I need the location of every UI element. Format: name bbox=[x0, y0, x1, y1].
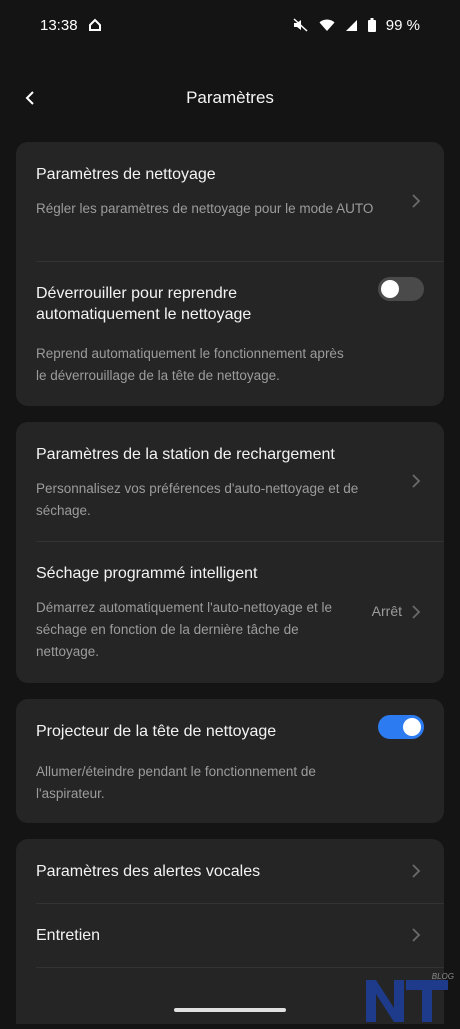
row-title: Paramètres de la station de rechargement bbox=[36, 446, 335, 463]
cleaning-settings-card: Paramètres de nettoyage Régler les param… bbox=[16, 142, 444, 406]
row-title: Paramètres des alertes vocales bbox=[36, 863, 261, 880]
watermark-logo: BLOG bbox=[360, 970, 456, 1024]
row-subtitle: Démarrez automatiquement l'auto-nettoyag… bbox=[36, 600, 332, 659]
watermark-tag: BLOG bbox=[431, 972, 454, 981]
cleaning-settings-row[interactable]: Paramètres de nettoyage Régler les param… bbox=[16, 142, 444, 261]
chevron-right-icon bbox=[412, 194, 421, 208]
row-title: Séchage programmé intelligent bbox=[36, 565, 258, 582]
mute-icon bbox=[293, 18, 309, 32]
chevron-right-icon bbox=[412, 605, 421, 619]
projector-row: Projecteur de la tête de nettoyage Allum… bbox=[16, 699, 444, 823]
battery-icon bbox=[367, 18, 376, 32]
back-button[interactable] bbox=[18, 86, 42, 110]
smart-drying-row[interactable]: Séchage programmé intelligent Démarrez a… bbox=[16, 541, 444, 683]
row-subtitle: Reprend automatiquement le fonctionnemen… bbox=[36, 346, 344, 383]
chevron-right-icon bbox=[412, 864, 421, 878]
battery-level: 99 % bbox=[385, 16, 420, 34]
maintenance-row[interactable]: Entretien bbox=[16, 903, 444, 967]
app-header: Paramètres bbox=[0, 72, 460, 124]
status-time: 13:38 bbox=[40, 16, 78, 34]
station-settings-row[interactable]: Paramètres de la station de rechargement… bbox=[16, 422, 444, 541]
projector-toggle[interactable] bbox=[378, 715, 424, 739]
row-title: Paramètres de nettoyage bbox=[36, 166, 216, 183]
home-status-icon bbox=[88, 18, 102, 32]
voice-alerts-row[interactable]: Paramètres des alertes vocales bbox=[16, 839, 444, 903]
chevron-left-icon bbox=[25, 91, 34, 105]
home-indicator[interactable] bbox=[174, 1008, 286, 1012]
wifi-icon bbox=[319, 19, 335, 32]
row-title: Déverrouiller pour reprendre automatique… bbox=[36, 285, 252, 323]
smart-drying-value: Arrêt bbox=[371, 603, 402, 619]
status-bar: 13:38 99 % bbox=[0, 0, 460, 50]
projector-card: Projecteur de la tête de nettoyage Allum… bbox=[16, 699, 444, 823]
row-subtitle: Personnalisez vos préférences d'auto-net… bbox=[36, 481, 359, 518]
auto-resume-row: Déverrouiller pour reprendre automatique… bbox=[16, 261, 444, 406]
station-settings-card: Paramètres de la station de rechargement… bbox=[16, 422, 444, 683]
chevron-right-icon bbox=[412, 474, 421, 488]
signal-icon bbox=[345, 19, 358, 32]
row-title: Projecteur de la tête de nettoyage bbox=[36, 723, 277, 740]
row-subtitle: Régler les paramètres de nettoyage pour … bbox=[36, 201, 374, 216]
page-title: Paramètres bbox=[186, 88, 274, 107]
chevron-right-icon bbox=[412, 928, 421, 942]
row-title: Entretien bbox=[36, 927, 101, 944]
toggle-knob bbox=[403, 718, 421, 736]
row-subtitle: Allumer/éteindre pendant le fonctionneme… bbox=[36, 764, 316, 801]
auto-resume-toggle[interactable] bbox=[378, 277, 424, 301]
toggle-knob bbox=[381, 280, 399, 298]
